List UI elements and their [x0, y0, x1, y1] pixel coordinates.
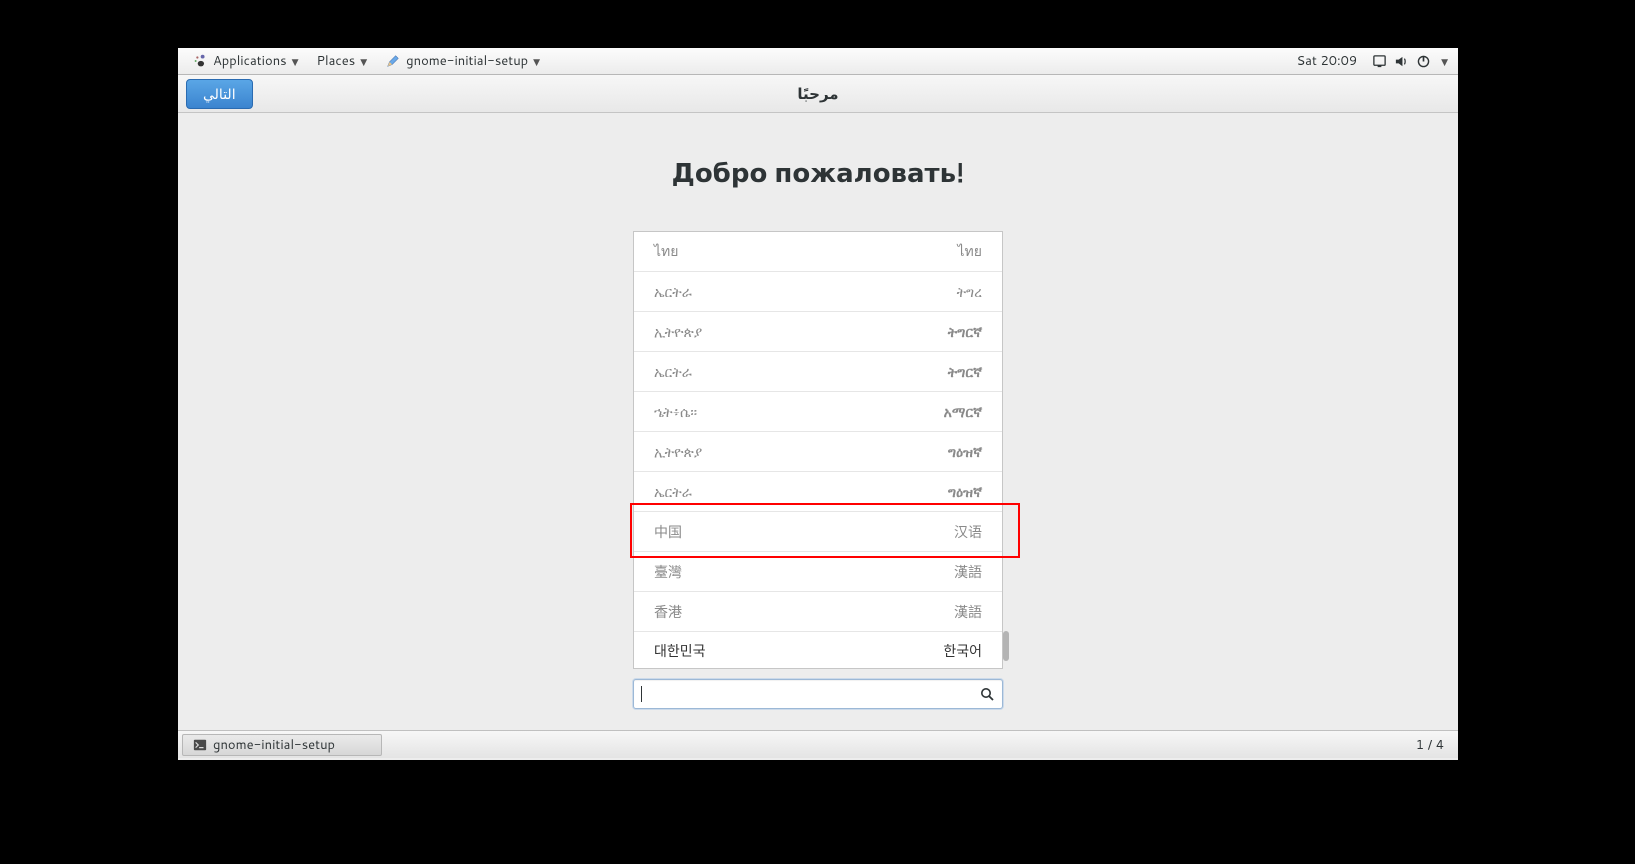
language-country: 香港	[654, 602, 682, 622]
search-icon	[979, 686, 995, 702]
volume-icon[interactable]	[1393, 53, 1409, 69]
language-country: 臺灣	[654, 562, 682, 582]
language-name: 漢語	[954, 562, 982, 582]
taskbar-button[interactable]: gnome-initial-setup	[182, 734, 382, 756]
language-country: ኤርትራ	[654, 282, 692, 302]
caret-down-icon: ▼	[533, 55, 540, 68]
app-menu[interactable]: gnome-initial-setup ▼	[377, 49, 548, 73]
terminal-icon	[193, 738, 207, 752]
language-name: አማርኛ	[944, 402, 982, 422]
language-row[interactable]: ኄት፥ሴ፡፡ አማርኛ	[634, 392, 1002, 432]
panel-left: Applications ▼ Places ▼ gnome-initial-se…	[184, 49, 548, 73]
initial-setup-window: التالي مرحبًا Добро пожаловать! ไทย ไทย ኤር…	[178, 75, 1458, 760]
language-country: 中国	[654, 522, 682, 542]
language-country: ኤርትራ	[654, 362, 692, 382]
panel-right: Sat 20:09 ▼	[1297, 52, 1452, 70]
applications-menu[interactable]: Applications ▼	[184, 49, 307, 73]
accessibility-icon[interactable]	[1371, 53, 1387, 69]
gnome-logo-icon	[192, 53, 208, 69]
language-row[interactable]: 香港 漢語	[634, 592, 1002, 632]
scrollbar[interactable]	[1003, 231, 1010, 709]
language-name: ትግርኛ	[948, 322, 982, 342]
language-name: 汉语	[954, 522, 982, 542]
search-input[interactable]	[633, 679, 1003, 709]
language-country: 대한민국	[654, 641, 706, 661]
app-menu-label: gnome-initial-setup	[406, 52, 528, 70]
language-name: ትግርኛ	[948, 362, 982, 382]
language-row[interactable]: 臺灣 漢語	[634, 552, 1002, 592]
welcome-title: Добро пожаловать!	[672, 155, 965, 191]
language-country: ኢትዮጵያ	[654, 442, 702, 462]
language-row[interactable]: ኤርትራ ትግረ	[634, 272, 1002, 312]
language-row[interactable]: 中国 汉语	[634, 512, 1002, 552]
language-name: 한국어	[943, 641, 982, 661]
search-wrap	[633, 679, 1003, 709]
language-row[interactable]: ኢትዮጵያ ትግርኛ	[634, 312, 1002, 352]
next-button[interactable]: التالي	[186, 79, 253, 109]
scrollbar-thumb[interactable]	[1003, 631, 1009, 661]
language-row[interactable]: ኤርትራ ትግርኛ	[634, 352, 1002, 392]
pencil-icon	[385, 53, 401, 69]
language-row[interactable]: ኤርትራ ግዕዝኛ	[634, 472, 1002, 512]
taskbar-button-label: gnome-initial-setup	[213, 736, 335, 754]
language-country: ኢትዮጵያ	[654, 322, 702, 342]
language-row[interactable]: ไทย ไทย	[634, 232, 1002, 272]
bottom-panel: gnome-initial-setup 1 / 4	[178, 730, 1458, 758]
content-area: Добро пожаловать! ไทย ไทย ኤርትራ ትግረ ኢትዮጵያ ትግርኛ…	[178, 113, 1458, 760]
desktop: Applications ▼ Places ▼ gnome-initial-se…	[178, 48, 1458, 760]
language-country: ኄት፥ሴ፡፡	[654, 402, 697, 422]
caret-down-icon: ▼	[292, 55, 299, 68]
places-menu-label: Places	[317, 52, 356, 70]
language-name: 漢語	[954, 602, 982, 622]
top-panel: Applications ▼ Places ▼ gnome-initial-se…	[178, 48, 1458, 75]
language-name: ไทย	[958, 241, 982, 263]
language-country: ไทย	[654, 241, 678, 263]
language-name: ትግረ	[957, 282, 982, 302]
language-name: ግዕዝኛ	[948, 442, 982, 462]
language-row[interactable]: 대한민국 한국어	[634, 632, 1002, 668]
caret-down-icon[interactable]: ▼	[1441, 55, 1448, 68]
workspace-indicator[interactable]: 1 / 4	[1402, 736, 1458, 754]
text-cursor	[641, 686, 642, 702]
applications-menu-label: Applications	[213, 52, 287, 70]
language-list: ไทย ไทย ኤርትራ ትግረ ኢትዮጵያ ትግርኛ ኤርትራ ትግርኛ ኄት፥ሴ፡፡ አማርኛ…	[633, 231, 1003, 669]
power-icon[interactable]	[1415, 53, 1431, 69]
caret-down-icon: ▼	[360, 55, 367, 68]
language-country: ኤርትራ	[654, 482, 692, 502]
clock[interactable]: Sat 20:09	[1297, 52, 1358, 70]
headerbar-title: مرحبًا	[797, 83, 838, 104]
language-name: ግዕዝኛ	[948, 482, 982, 502]
places-menu[interactable]: Places ▼	[309, 49, 376, 73]
language-list-scroll[interactable]: ไทย ไทย ኤርትራ ትግረ ኢትዮጵያ ትግርኛ ኤርትራ ትግርኛ ኄት፥ሴ፡፡ አማርኛ…	[634, 232, 1002, 668]
language-list-container: ไทย ไทย ኤርትራ ትግረ ኢትዮጵያ ትግርኛ ኤርትራ ትግርኛ ኄት፥ሴ፡፡ አማርኛ…	[633, 231, 1003, 709]
language-row[interactable]: ኢትዮጵያ ግዕዝኛ	[634, 432, 1002, 472]
headerbar: التالي مرحبًا	[178, 75, 1458, 113]
